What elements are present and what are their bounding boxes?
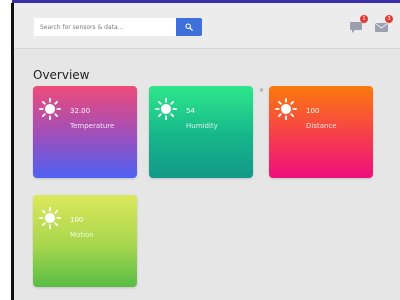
mail-badge: 3 bbox=[385, 15, 393, 23]
top-header: 1 3 bbox=[14, 3, 400, 49]
sun-icon bbox=[155, 98, 177, 120]
sensor-card-motion[interactable]: 100 Motion bbox=[33, 195, 137, 287]
close-icon: × bbox=[259, 87, 265, 94]
search-button[interactable] bbox=[176, 18, 202, 36]
sensor-label: Humidity bbox=[186, 122, 218, 130]
chat-icon bbox=[350, 22, 362, 33]
sun-icon bbox=[39, 207, 61, 229]
sensor-card-humidity[interactable]: 54 Humidity bbox=[149, 86, 253, 178]
chat-badge: 1 bbox=[360, 15, 368, 23]
search-icon bbox=[185, 23, 193, 31]
sensor-value: 100 bbox=[306, 107, 320, 115]
sun-icon bbox=[39, 98, 61, 120]
mail-button[interactable]: 3 bbox=[374, 15, 393, 34]
sensor-label: Temperature bbox=[70, 122, 115, 130]
sensor-label: Motion bbox=[70, 231, 94, 239]
mail-icon bbox=[375, 23, 388, 32]
sensor-value: 100 bbox=[70, 216, 84, 224]
sensor-card-distance[interactable]: 100 Distance bbox=[269, 86, 373, 178]
sensor-value: 54 bbox=[186, 107, 195, 115]
chat-button[interactable]: 1 bbox=[349, 15, 368, 34]
sensor-card-temperature[interactable]: 32.00 Temperature bbox=[33, 86, 137, 178]
sun-icon bbox=[275, 98, 297, 120]
sensor-label: Distance bbox=[306, 122, 337, 130]
page-title: Overview bbox=[33, 68, 90, 82]
sensor-value: 32.00 bbox=[70, 107, 91, 115]
search-input[interactable] bbox=[34, 18, 176, 36]
